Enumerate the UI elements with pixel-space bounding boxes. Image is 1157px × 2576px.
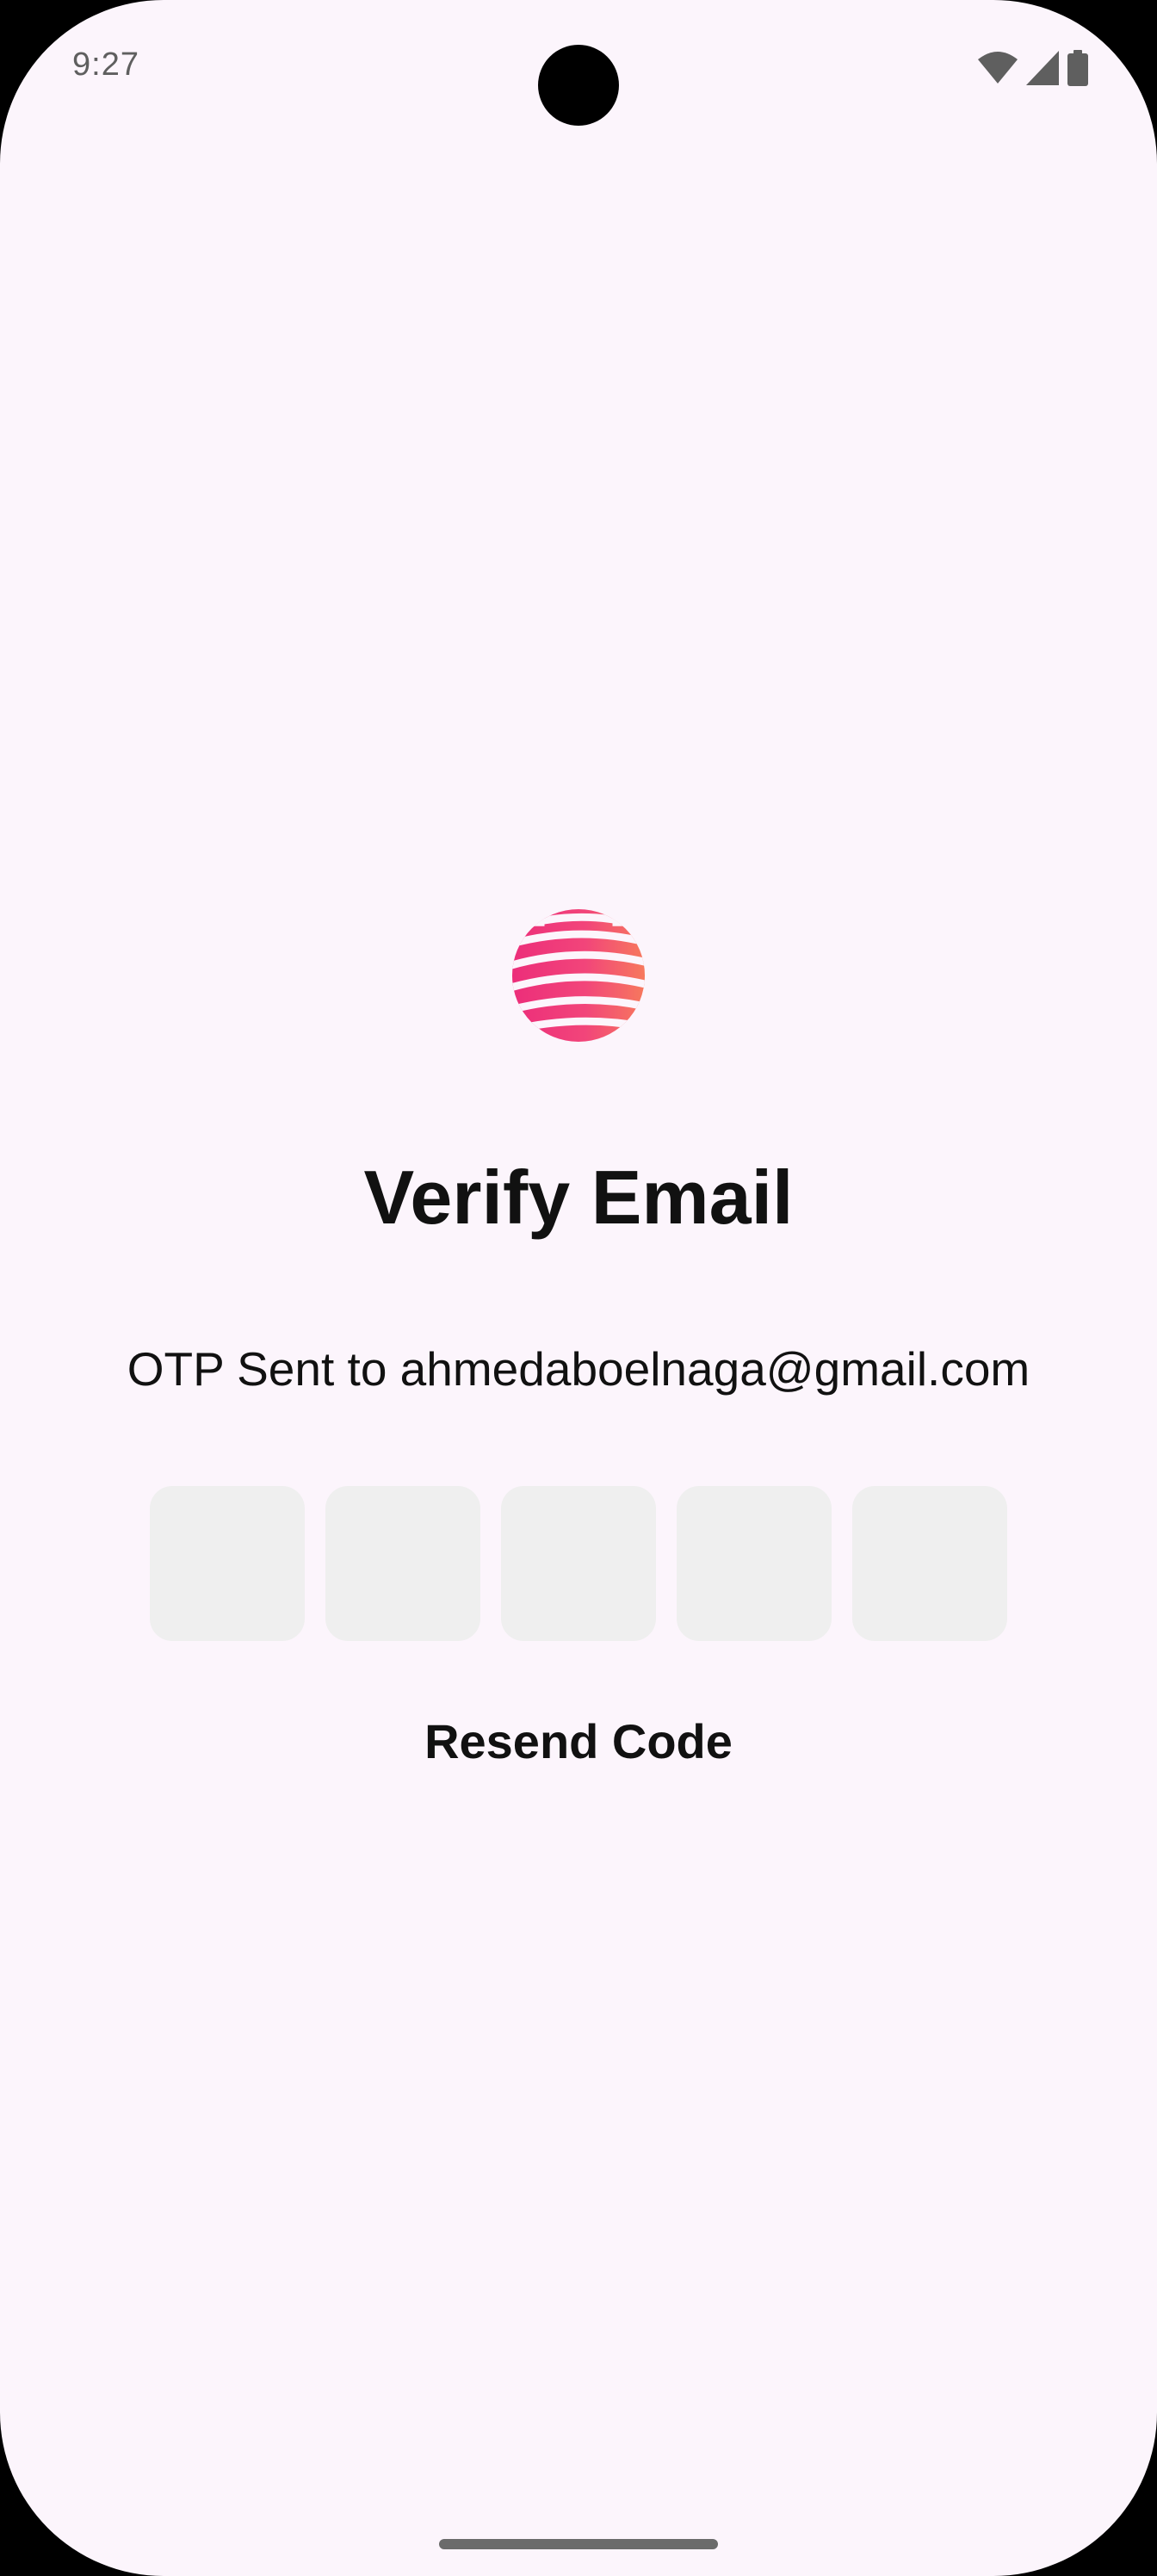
cellular-signal-icon (1026, 51, 1059, 85)
battery-icon (1067, 50, 1088, 86)
globe-logo-icon (511, 908, 646, 1043)
status-bar: 9:27 (0, 0, 1157, 129)
screen: 9:27 Verify Email OTP Sent to ahmedaboel… (0, 0, 1157, 2576)
resend-code-button[interactable]: Resend Code (0, 1713, 1157, 1769)
otp-digit-1[interactable] (150, 1486, 305, 1641)
status-time: 9:27 (72, 46, 139, 83)
otp-digit-2[interactable] (325, 1486, 480, 1641)
wifi-icon (978, 52, 1018, 84)
otp-digit-3[interactable] (501, 1486, 656, 1641)
camera-cutout (538, 45, 619, 126)
otp-digit-5[interactable] (852, 1486, 1007, 1641)
page-title: Verify Email (363, 1155, 794, 1240)
otp-sent-message: OTP Sent to ahmedaboelnaga@gmail.com (127, 1342, 1030, 1396)
otp-digit-4[interactable] (677, 1486, 832, 1641)
home-indicator[interactable] (439, 2539, 718, 2549)
status-icons (978, 50, 1088, 86)
otp-input-group (150, 1486, 1007, 1641)
